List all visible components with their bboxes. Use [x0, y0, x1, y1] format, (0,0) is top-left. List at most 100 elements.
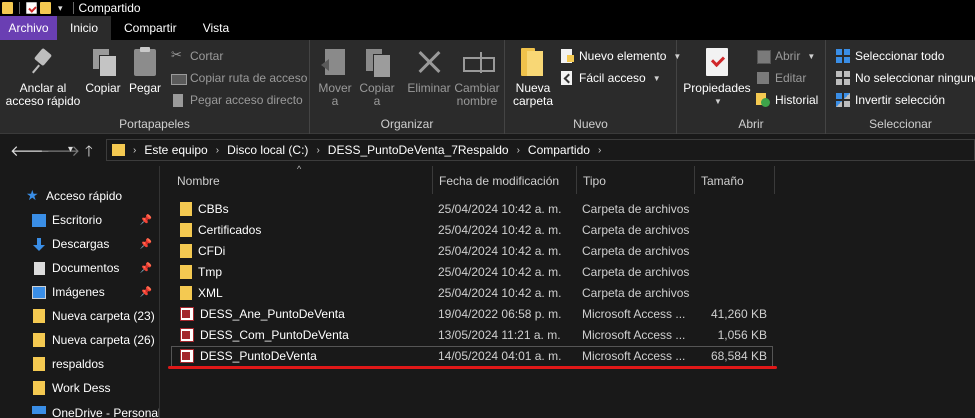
select-all-icon [836, 49, 850, 63]
select-all-button[interactable]: Seleccionar todo [836, 47, 944, 65]
cut-label: Cortar [190, 49, 224, 63]
move-to-button[interactable]: Mover a [314, 46, 356, 108]
select-none-button[interactable]: No seleccionar ninguno [836, 69, 975, 87]
file-row-cbbs[interactable]: CBBs 25/04/2024 10:42 a. m. Carpeta de a… [171, 199, 773, 220]
cut-button[interactable]: Cortar [171, 47, 223, 65]
invert-selection-button[interactable]: Invertir selección [836, 91, 945, 109]
breadcrumb-respaldo[interactable]: DESS_PuntoDeVenta_7Respaldo [328, 143, 509, 157]
file-row-certificados[interactable]: Certificados 25/04/2024 10:42 a. m. Carp… [171, 220, 773, 241]
easy-access-button[interactable]: Fácil acceso ▼ [560, 69, 661, 87]
document-icon [34, 261, 45, 275]
file-size: 1,056 KB [717, 328, 767, 342]
recent-locations-chevron-icon[interactable]: ▾ [68, 144, 73, 155]
tab-compartir[interactable]: Compartir [111, 16, 190, 40]
sidebar-item-respaldos[interactable]: respaldos [32, 353, 159, 375]
rename-button[interactable]: Cambiar nombre [453, 46, 501, 108]
access-database-icon [180, 328, 194, 342]
forward-arrow-icon[interactable]: 🡒 [40, 141, 80, 160]
pin-icon[interactable]: 📌 [140, 215, 152, 226]
group-seleccionar: Seleccionar todo No seleccionar ninguno … [826, 40, 975, 134]
open-label: Abrir [775, 49, 801, 63]
file-row-dess-puntodeventa[interactable]: DESS_PuntoDeVenta 14/05/2024 04:01 a. m.… [171, 346, 773, 367]
column-header-date[interactable]: Fecha de modificación [433, 166, 577, 194]
quick-access-toolbar: ▾ [0, 2, 77, 14]
sidebar-item-label: respaldos [52, 357, 105, 371]
file-name: DESS_Ane_PuntoDeVenta [200, 307, 345, 321]
pin-icon[interactable]: 📌 [140, 287, 152, 298]
sidebar-item-imagenes[interactable]: Imágenes 📌 [32, 281, 159, 303]
sidebar-item-label: Acceso rápido [46, 189, 123, 203]
edit-icon [756, 71, 770, 85]
folder-icon[interactable] [2, 2, 13, 14]
new-folder-button[interactable]: Nueva carpeta [509, 46, 557, 108]
file-row-cfdi[interactable]: CFDi 25/04/2024 10:42 a. m. Carpeta de a… [171, 241, 773, 262]
new-item-label: Nuevo elemento [579, 49, 667, 63]
paste-button[interactable]: Pegar [125, 46, 165, 95]
sidebar-item-onedrive[interactable]: OneDrive - Personal [32, 406, 159, 418]
file-row-dess-ane[interactable]: DESS_Ane_PuntoDeVenta 19/04/2022 06:58 p… [171, 304, 773, 325]
breadcrumb-compartido[interactable]: Compartido [528, 143, 590, 157]
chevron-right-icon[interactable]: › [133, 145, 136, 156]
chevron-right-icon[interactable]: › [316, 145, 319, 156]
sidebar-item-nueva-carpeta-26[interactable]: Nueva carpeta (26) [32, 329, 159, 351]
file-row-dess-com[interactable]: DESS_Com_PuntoDeVenta 13/05/2024 11:21 a… [171, 325, 773, 346]
new-item-button[interactable]: Nuevo elemento ▼ [560, 47, 681, 65]
pin-icon [27, 46, 59, 78]
chevron-right-icon[interactable]: › [517, 145, 520, 156]
file-row-tmp[interactable]: Tmp 25/04/2024 10:42 a. m. Carpeta de ar… [171, 262, 773, 283]
sidebar-item-escritorio[interactable]: Escritorio 📌 [32, 209, 159, 231]
invert-selection-label: Invertir selección [855, 93, 946, 107]
chevron-right-icon[interactable]: › [598, 145, 601, 156]
copy-path-button[interactable]: Copiar ruta de acceso [171, 69, 307, 87]
file-name: Certificados [198, 223, 262, 237]
folder-icon [180, 265, 192, 279]
tab-inicio[interactable]: Inicio [57, 16, 111, 40]
new-folder-icon [517, 46, 549, 78]
history-label: Historial [775, 93, 819, 107]
sidebar-item-work-dess[interactable]: Work Dess [32, 377, 159, 399]
file-name-cell: XML [180, 286, 223, 300]
tab-vista[interactable]: Vista [190, 16, 242, 40]
breadcrumb-disco-local[interactable]: Disco local (C:) [227, 143, 308, 157]
customize-quick-access-icon[interactable]: ▾ [58, 3, 63, 14]
new-folder-icon[interactable] [40, 2, 51, 14]
tab-archivo[interactable]: Archivo [0, 16, 57, 40]
pin-icon[interactable]: 📌 [140, 263, 152, 274]
paste-shortcut-button[interactable]: Pegar acceso directo [171, 91, 303, 109]
copy-label: Copiar [85, 81, 121, 95]
copy-to-button[interactable]: Copiar a [356, 46, 398, 108]
divider [72, 2, 74, 14]
pin-quick-access-button[interactable]: Anclar al acceso rápido [4, 46, 82, 108]
folder-icon [180, 244, 192, 258]
chevron-right-icon[interactable]: › [216, 145, 219, 156]
file-name-cell: Certificados [180, 223, 261, 237]
properties-button[interactable]: Propiedades ▼ [681, 46, 753, 108]
sidebar-item-acceso-rapido[interactable]: Acceso rápido [26, 185, 159, 207]
delete-button[interactable]: Eliminar [405, 46, 453, 95]
breadcrumb-este-equipo[interactable]: Este equipo [144, 143, 207, 157]
column-header-name[interactable]: Nombre [171, 166, 433, 194]
paste-shortcut-label: Pegar acceso directo [190, 93, 303, 107]
file-date: 14/05/2024 04:01 a. m. [438, 349, 562, 363]
file-date: 25/04/2024 10:42 a. m. [438, 223, 562, 237]
select-all-label: Seleccionar todo [855, 49, 945, 63]
access-database-icon [180, 307, 194, 321]
file-name-cell: CBBs [180, 202, 229, 216]
edit-button[interactable]: Editar [756, 69, 806, 87]
file-row-xml[interactable]: XML 25/04/2024 10:42 a. m. Carpeta de ar… [171, 283, 773, 304]
column-header-type[interactable]: Tipo [577, 166, 695, 194]
pin-icon[interactable]: 📌 [140, 239, 152, 250]
up-arrow-icon[interactable]: 🡑 [85, 141, 93, 166]
paste-icon [129, 46, 161, 78]
copy-button[interactable]: Copiar [83, 46, 123, 95]
history-button[interactable]: Historial [756, 91, 818, 109]
sidebar-item-nueva-carpeta-23[interactable]: Nueva carpeta (23) [32, 305, 159, 327]
open-button[interactable]: Abrir ▼ [756, 47, 815, 65]
sidebar-item-descargas[interactable]: Descargas 📌 [32, 233, 159, 255]
sidebar-item-documentos[interactable]: Documentos 📌 [32, 257, 159, 279]
star-icon [26, 187, 40, 204]
properties-icon[interactable] [26, 2, 37, 14]
column-header-size[interactable]: Tamaño [695, 166, 775, 194]
file-type: Carpeta de archivos [582, 223, 690, 237]
address-bar[interactable]: › Este equipo › Disco local (C:) › DESS_… [106, 139, 975, 161]
